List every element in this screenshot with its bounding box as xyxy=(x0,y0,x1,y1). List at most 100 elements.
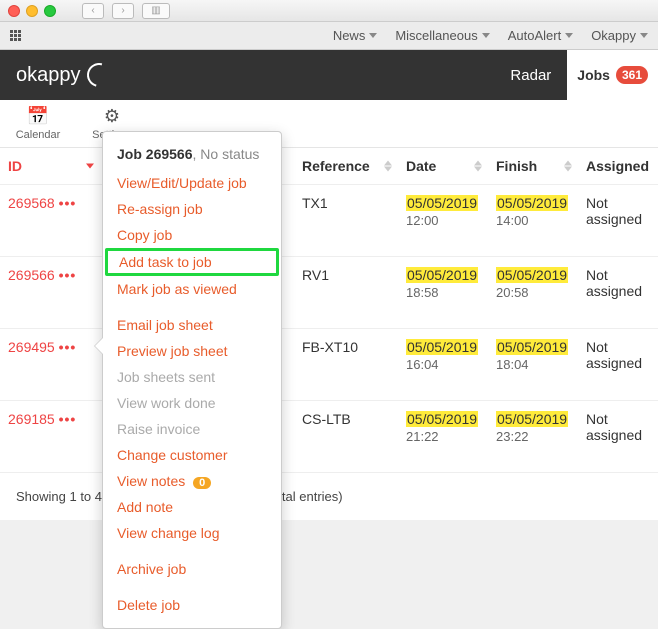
cm-sheets-sent: Job sheets sent xyxy=(103,364,281,390)
toolbar-label: Calendar xyxy=(16,129,61,141)
gear-icon: ⚙ xyxy=(104,106,120,127)
cm-email-sheet[interactable]: Email job sheet xyxy=(103,312,281,338)
col-label: Date xyxy=(406,158,436,174)
table-row[interactable]: 269566 ••• RV105/05/201918:5805/05/201920… xyxy=(0,257,658,329)
col-assigned[interactable]: Assigned xyxy=(578,148,658,185)
cell-finish: 05/05/201923:22 xyxy=(488,401,578,473)
cm-change-log[interactable]: View change log xyxy=(103,520,281,546)
brand-swirl-icon xyxy=(82,59,115,92)
window-minimize-dot[interactable] xyxy=(26,5,38,17)
table-header-row: ID Reference Date Finish Assigned xyxy=(0,148,658,185)
cell-id[interactable]: 269185 ••• xyxy=(0,401,100,473)
context-job-status: , No status xyxy=(193,146,260,162)
sort-desc-icon xyxy=(86,164,94,169)
table-footer: Showing 1 to 4 of 4 jobs (filtered from … xyxy=(0,473,658,520)
nav-buttons: ‹ › ▥ xyxy=(82,3,170,19)
job-context-menu: Job 269566, No status View/Edit/Update j… xyxy=(102,131,282,629)
cm-delete[interactable]: Delete job xyxy=(103,592,281,618)
apps-grid-icon[interactable] xyxy=(10,30,21,41)
cell-date: 05/05/201912:00 xyxy=(398,185,488,257)
cell-assigned: Not assigned xyxy=(578,401,658,473)
cell-reference: TX1 xyxy=(294,185,398,257)
table-row[interactable]: 269568 ••• TX105/05/201912:0005/05/201914… xyxy=(0,185,658,257)
cell-assigned: Not assigned xyxy=(578,329,658,401)
bookmark-news[interactable]: News xyxy=(333,28,378,43)
cm-reassign[interactable]: Re-assign job xyxy=(103,196,281,222)
col-id[interactable]: ID xyxy=(0,148,100,185)
nav-radar[interactable]: Radar xyxy=(494,50,567,100)
bookmark-label: News xyxy=(333,28,366,43)
col-reference[interactable]: Reference xyxy=(294,148,398,185)
cell-id[interactable]: 269568 ••• xyxy=(0,185,100,257)
bookmark-label: Miscellaneous xyxy=(395,28,477,43)
window-zoom-dot[interactable] xyxy=(44,5,56,17)
nav-jobs-label: Jobs xyxy=(577,67,610,83)
toolbar: 📅 Calendar ⚙ Settings xyxy=(0,100,658,148)
cm-view-work: View work done xyxy=(103,390,281,416)
cell-reference: CS-LTB xyxy=(294,401,398,473)
cm-raise-invoice: Raise invoice xyxy=(103,416,281,442)
table-row[interactable]: 269185 ••• CS-LTB05/05/201921:2205/05/201… xyxy=(0,401,658,473)
row-actions-icon[interactable]: ••• xyxy=(59,267,77,283)
jobs-count-badge: 361 xyxy=(616,66,648,84)
bookmark-label: Okappy xyxy=(591,28,636,43)
col-date[interactable]: Date xyxy=(398,148,488,185)
sort-indicator xyxy=(474,161,482,172)
row-actions-icon[interactable]: ••• xyxy=(59,195,77,211)
bookmark-label: AutoAlert xyxy=(508,28,561,43)
cm-add-task[interactable]: Add task to job xyxy=(105,248,279,276)
cell-finish: 05/05/201914:00 xyxy=(488,185,578,257)
cell-finish: 05/05/201920:58 xyxy=(488,257,578,329)
col-label: Finish xyxy=(496,158,537,174)
context-job-id: Job 269566 xyxy=(117,146,193,162)
calendar-icon: 📅 xyxy=(27,106,49,127)
cm-mark-viewed[interactable]: Mark job as viewed xyxy=(103,276,281,302)
nav-forward[interactable]: › xyxy=(112,3,134,19)
row-actions-icon[interactable]: ••• xyxy=(59,339,77,355)
cm-preview-sheet[interactable]: Preview job sheet xyxy=(103,338,281,364)
cell-date: 05/05/201921:22 xyxy=(398,401,488,473)
cell-finish: 05/05/201918:04 xyxy=(488,329,578,401)
nav-jobs-active[interactable]: Jobs 361 xyxy=(567,50,658,100)
cell-reference: RV1 xyxy=(294,257,398,329)
context-menu-title: Job 269566, No status xyxy=(103,142,281,170)
cell-assigned: Not assigned xyxy=(578,257,658,329)
brand-text: okappy xyxy=(16,64,81,87)
cm-copy[interactable]: Copy job xyxy=(103,222,281,248)
bookmark-okappy[interactable]: Okappy xyxy=(591,28,648,43)
cell-id[interactable]: 269566 ••• xyxy=(0,257,100,329)
sort-indicator xyxy=(384,161,392,172)
bookmark-autoalert[interactable]: AutoAlert xyxy=(508,28,573,43)
chevron-down-icon xyxy=(482,33,490,38)
bookmarks-bar: News Miscellaneous AutoAlert Okappy xyxy=(0,22,658,50)
cm-add-note[interactable]: Add note xyxy=(103,494,281,520)
jobs-table-wrap: ID Reference Date Finish Assigned 269568… xyxy=(0,148,658,520)
chevron-down-icon xyxy=(640,33,648,38)
col-label: ID xyxy=(8,158,22,174)
cell-reference: FB-XT10 xyxy=(294,329,398,401)
jobs-table: ID Reference Date Finish Assigned 269568… xyxy=(0,148,658,473)
notes-count-badge: 0 xyxy=(193,477,211,489)
cm-view-notes[interactable]: View notes 0 xyxy=(103,468,281,494)
cm-archive[interactable]: Archive job xyxy=(103,556,281,582)
col-label: Reference xyxy=(302,158,370,174)
chevron-down-icon xyxy=(565,33,573,38)
mac-titlebar: ‹ › ▥ xyxy=(0,0,658,22)
window-close-dot[interactable] xyxy=(8,5,20,17)
sort-indicator xyxy=(86,164,94,169)
bookmark-misc[interactable]: Miscellaneous xyxy=(395,28,489,43)
cm-view-notes-label: View notes xyxy=(117,473,185,489)
cell-date: 05/05/201918:58 xyxy=(398,257,488,329)
brand[interactable]: okappy xyxy=(16,63,111,87)
cm-view-edit[interactable]: View/Edit/Update job xyxy=(103,170,281,196)
col-finish[interactable]: Finish xyxy=(488,148,578,185)
cell-date: 05/05/201916:04 xyxy=(398,329,488,401)
cell-id[interactable]: 269495 ••• xyxy=(0,329,100,401)
nav-sidebar[interactable]: ▥ xyxy=(142,3,170,19)
col-label: Assigned xyxy=(586,158,649,174)
nav-back[interactable]: ‹ xyxy=(82,3,104,19)
cm-change-customer[interactable]: Change customer xyxy=(103,442,281,468)
row-actions-icon[interactable]: ••• xyxy=(59,411,77,427)
app-header: okappy Radar Jobs 361 xyxy=(0,50,658,100)
toolbar-calendar[interactable]: 📅 Calendar xyxy=(16,106,60,141)
